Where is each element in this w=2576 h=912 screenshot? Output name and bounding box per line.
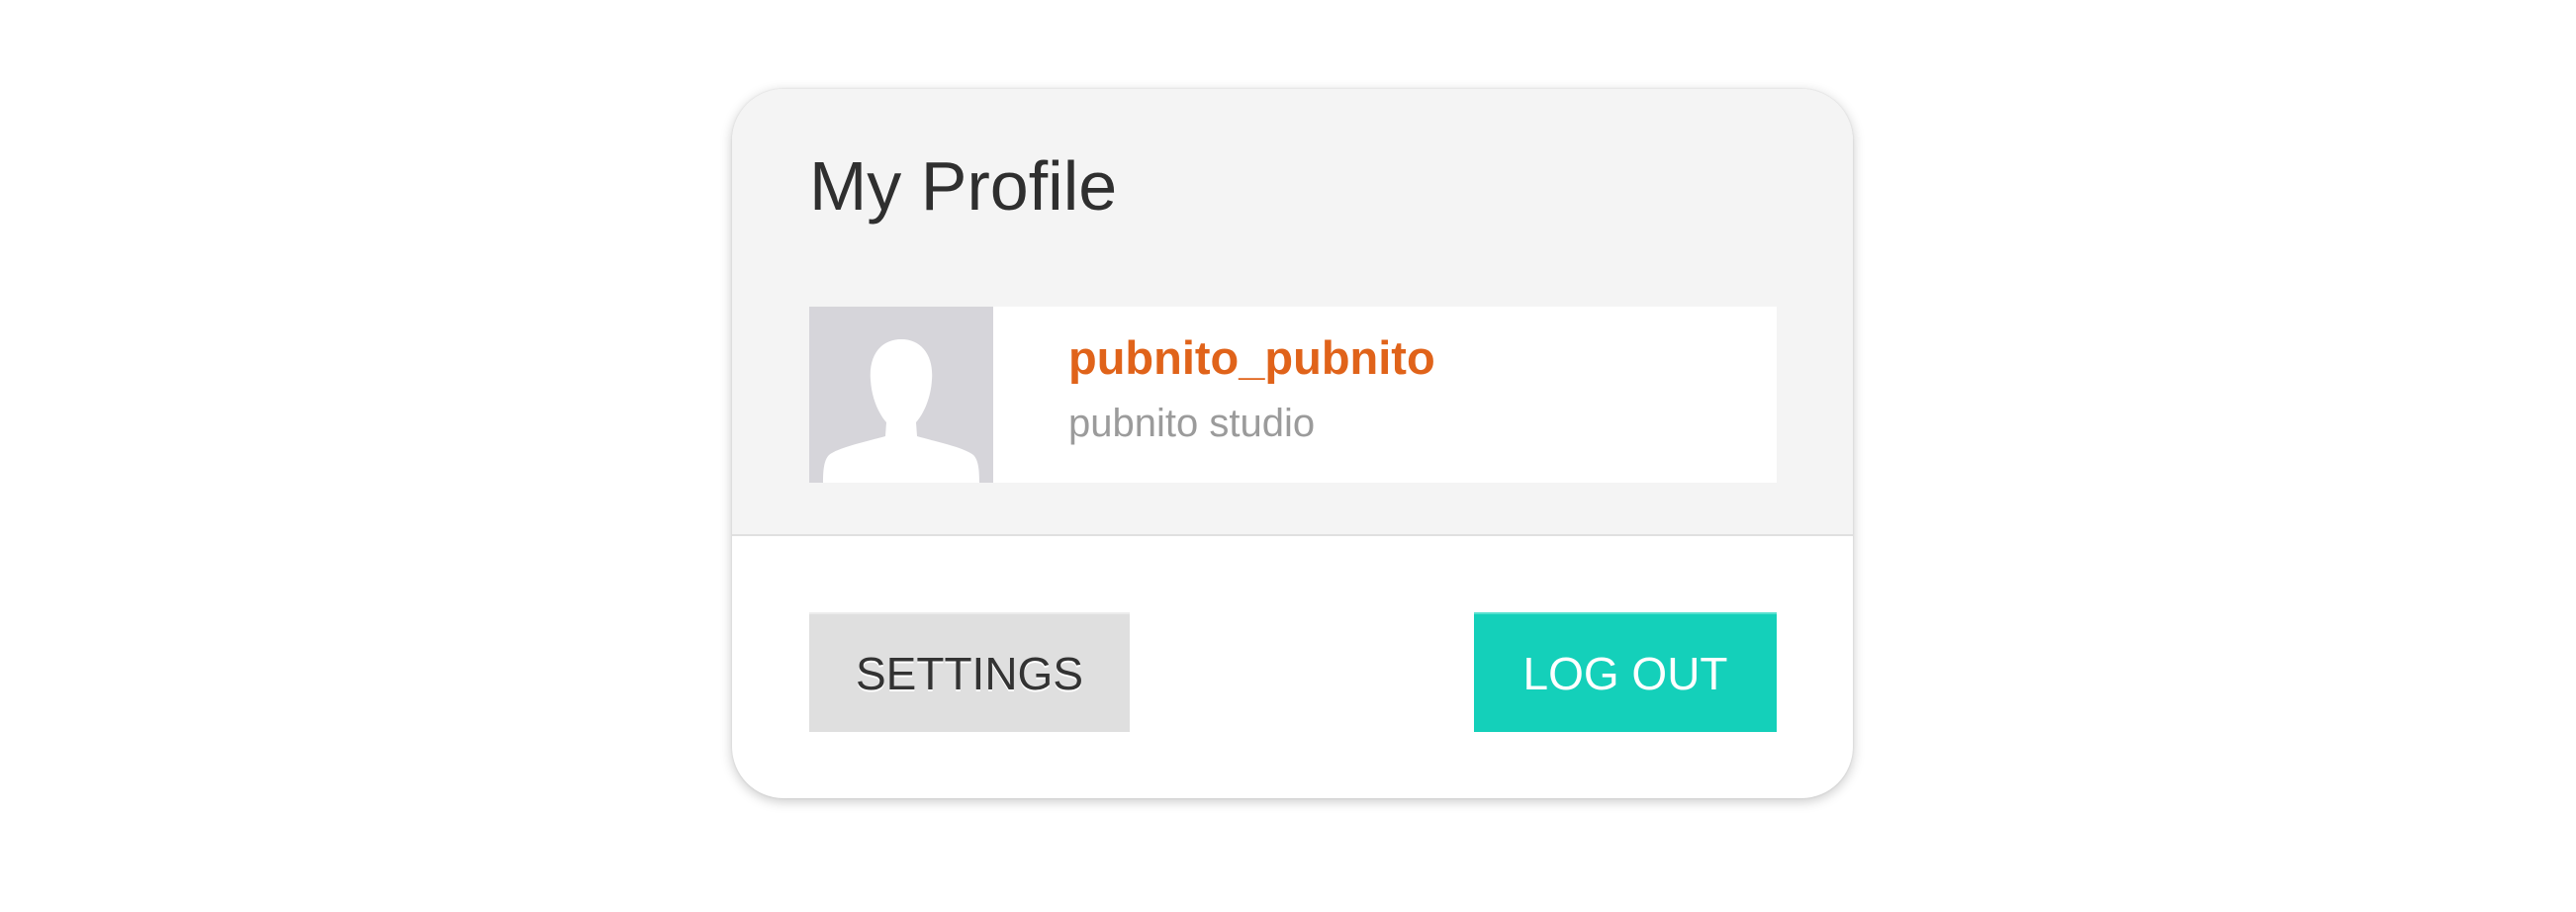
logout-button[interactable]: LOG OUT [1474, 612, 1777, 732]
avatar [809, 307, 993, 483]
username: pubnito_pubnito [1068, 331, 1435, 384]
user-silhouette-icon [823, 339, 979, 483]
profile-card: My Profile pubnito_pubnito pubnito studi… [732, 89, 1853, 798]
profile-header: My Profile pubnito_pubnito pubnito studi… [732, 89, 1853, 536]
user-summary: pubnito_pubnito pubnito studio [809, 307, 1777, 483]
settings-button[interactable]: SETTINGS [809, 612, 1130, 732]
user-subtitle: pubnito studio [1068, 402, 1316, 445]
page-title: My Profile [809, 147, 1118, 225]
